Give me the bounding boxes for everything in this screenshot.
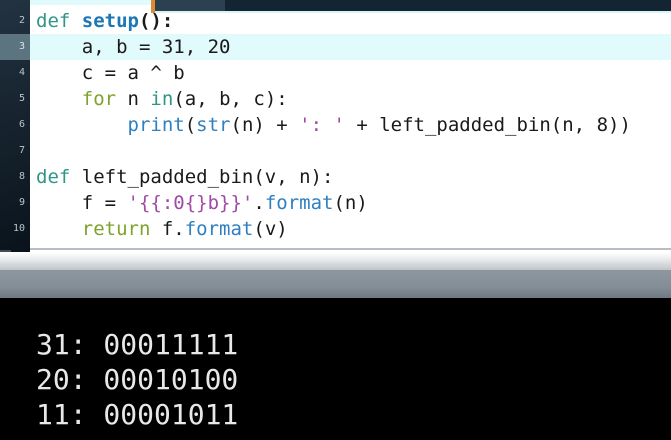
- code-token: str: [196, 114, 231, 136]
- code-line[interactable]: a, b = 31, 20: [30, 34, 671, 60]
- code-line[interactable]: def left_padded_bin(v, n):: [30, 164, 671, 190]
- editor-bottom-border: [30, 248, 671, 250]
- line-number[interactable]: 7: [0, 138, 30, 164]
- code-line[interactable]: f = '{{:0{}b}}'.format(n): [30, 190, 671, 216]
- code-token: format: [264, 192, 334, 214]
- code-token: return: [81, 218, 151, 240]
- code-token: left_padded_bin(v, n):: [70, 166, 334, 188]
- top-strip-underline: [155, 11, 671, 13]
- code-token: (n) +: [230, 114, 300, 136]
- code-token: n: [116, 88, 151, 110]
- code-token: setup: [81, 10, 139, 32]
- code-token: (n): [333, 192, 368, 214]
- line-number-gutter: 2 3 4 5 6 7 8 9 10: [0, 0, 30, 252]
- line-number[interactable]: 8: [0, 164, 30, 190]
- code-editor-window: 2 3 4 5 6 7 8 9 10 def setup(): a, b = 31, 20 c …: [0, 0, 671, 440]
- line-number[interactable]: 5: [0, 86, 30, 112]
- code-line[interactable]: for n in(a, b, c):: [30, 86, 671, 112]
- code-token: + left_padded_bin(n, 8)): [344, 114, 631, 136]
- code-line[interactable]: [30, 138, 671, 164]
- terminal-line: 11: 00001011: [36, 398, 239, 431]
- code-line[interactable]: c = a ^ b: [30, 60, 671, 86]
- line-number[interactable]: 3: [0, 34, 30, 60]
- code-text-area[interactable]: def setup(): a, b = 31, 20 c = a ^ b for…: [30, 8, 671, 248]
- code-token: for: [81, 88, 117, 110]
- code-line[interactable]: return f.format(v): [30, 216, 671, 242]
- terminal-line: 20: 00010100: [36, 363, 239, 396]
- code-token: def: [36, 166, 71, 188]
- line-number[interactable]: 2: [0, 8, 30, 34]
- pane-splitter-top[interactable]: [0, 252, 671, 270]
- code-token: a, b = 31, 20: [36, 36, 231, 58]
- code-line[interactable]: print(str(n) + ': ' + left_padded_bin(n,…: [30, 112, 671, 138]
- line-number[interactable]: 4: [0, 60, 30, 86]
- code-token: '{{:0{}b}}': [127, 192, 254, 214]
- terminal-output-pane[interactable]: 31: 00011111 20: 00010100 11: 00001011: [0, 298, 671, 440]
- line-number[interactable]: 6: [0, 112, 30, 138]
- code-token: f =: [36, 192, 128, 214]
- terminal-line: 31: 00011111: [36, 328, 239, 361]
- code-token: (v): [253, 218, 288, 240]
- code-token: f.: [150, 218, 185, 240]
- code-token: print: [127, 114, 185, 136]
- code-token: format: [184, 218, 254, 240]
- editor-pane[interactable]: 2 3 4 5 6 7 8 9 10 def setup(): a, b = 31, 20 c …: [0, 0, 671, 252]
- top-strip-highlight-segment: [30, 0, 151, 5]
- code-token: in: [150, 88, 174, 110]
- line-number[interactable]: 10: [0, 216, 30, 242]
- scrollbar-track[interactable]: [225, 0, 671, 11]
- pane-splitter-bottom[interactable]: [0, 270, 671, 298]
- scrollbar-thumb[interactable]: [155, 0, 225, 11]
- line-number[interactable]: 9: [0, 190, 30, 216]
- code-token: (: [184, 114, 197, 136]
- code-token: c = a ^ b: [36, 62, 185, 84]
- code-token: ': ': [299, 114, 345, 136]
- code-token: def: [36, 10, 71, 32]
- code-token: ():: [138, 10, 174, 32]
- code-token: .: [253, 192, 265, 214]
- code-token: (a, b, c):: [173, 88, 288, 110]
